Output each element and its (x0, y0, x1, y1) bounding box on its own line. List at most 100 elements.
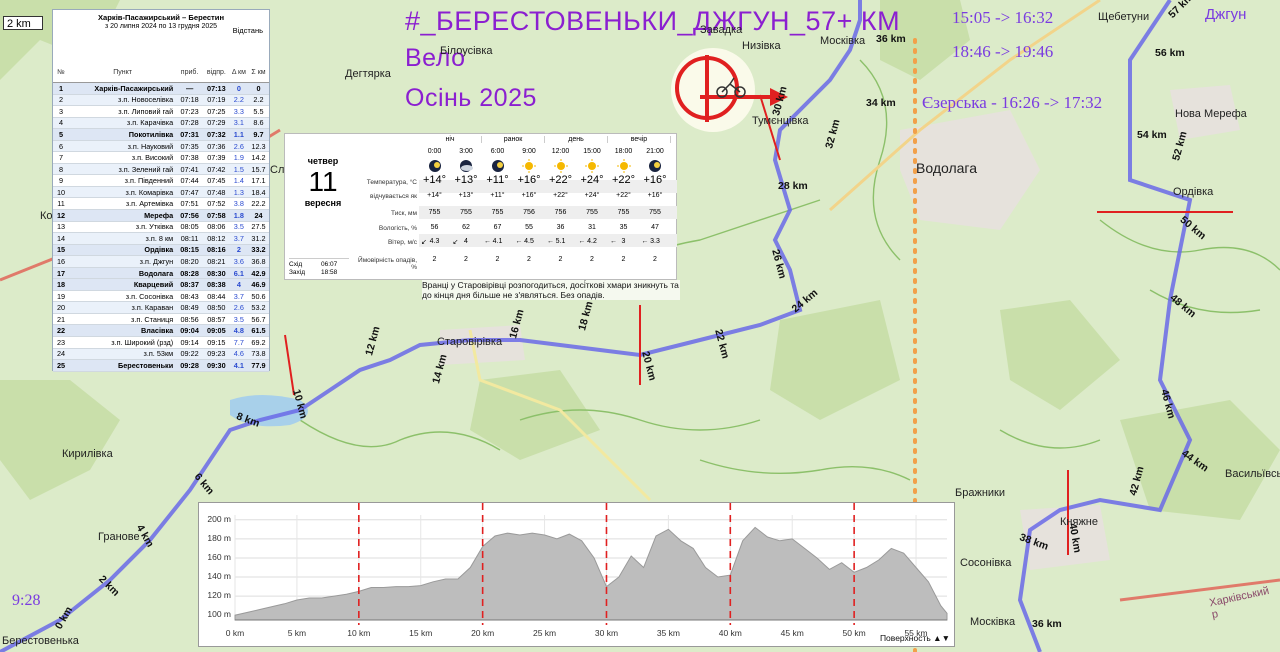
cell-delta: 2 (229, 244, 248, 257)
sunrise-label: Схід (289, 261, 303, 268)
weather-label-precip: Ймовірність опадів, % (358, 257, 417, 271)
y-tick-label: 200 m (207, 513, 231, 524)
cell-num: 13 (53, 221, 69, 234)
cell-point: Водолага (69, 267, 177, 280)
place-label: Берестовенька (2, 635, 79, 647)
cell-dep: 07:52 (202, 197, 230, 210)
weather-feels-value: +16° (521, 192, 537, 199)
cell-num: 22 (53, 324, 69, 338)
cell-point: з.п. Південний (69, 174, 177, 187)
cell-arr: 07:23 (176, 105, 203, 118)
col-arr: приб. (176, 62, 203, 83)
timetable-row: 2 з.п. Новоселівка 07:18 07:19 2.2 2.2 (53, 94, 269, 107)
x-tick-label: 15 km (409, 628, 433, 638)
x-tick-label: 20 km (471, 628, 495, 638)
timetable-row: 12 Мерефа 07:56 07:58 1.8 24 (53, 209, 269, 222)
weather-time: 0:00 (427, 148, 442, 155)
weather-precip-value: 2 (432, 256, 437, 263)
weather-day: 11 (308, 166, 338, 197)
weather-sun-icon (608, 159, 639, 173)
weather-month: вересня (304, 198, 342, 208)
cell-dep: 07:29 (202, 117, 230, 130)
km-label: 36 km (1032, 618, 1062, 630)
weather-weekday: четвер (307, 156, 339, 166)
timetable-row: 20 з.п. Караван 08:49 08:50 2.6 53.2 (53, 301, 269, 314)
weather-pressure-value: 756 (523, 209, 535, 216)
weather-moon-icon (482, 159, 513, 173)
cell-delta: 6.1 (229, 267, 248, 280)
cell-dep: 08:21 (202, 255, 230, 268)
weather-humidity-value: 35 (619, 224, 628, 231)
place-label: Нова Мерефа (1175, 108, 1247, 120)
weather-label-humidity: Вологість, % (378, 225, 417, 232)
weather-temp-value: +14° (422, 174, 447, 186)
col-dep: відпр. (202, 62, 230, 83)
cell-point: Кварцевий (69, 278, 177, 291)
cell-point: Харків-Пасажирський (69, 82, 177, 95)
wind-arrow-icon: ← (641, 238, 649, 245)
cell-point: з.п. Зелений гай (69, 163, 177, 176)
cell-dep: 07:13 (202, 82, 230, 95)
cell-dep: 09:05 (202, 324, 230, 338)
weather-feels-value: +22° (616, 192, 631, 199)
cell-dep: 07:39 (202, 151, 230, 164)
place-label: Сосонівка (960, 557, 1012, 569)
timetable-route: Харків-Пасажирський – Берестин (97, 13, 225, 22)
timetable-row: 9 з.п. Південний 07:44 07:45 1.4 17.1 (53, 174, 269, 187)
cell-arr: 09:14 (176, 336, 203, 349)
weather-pressure-value: 755 (428, 209, 441, 216)
cell-num: 10 (53, 186, 69, 199)
surface-toggle[interactable]: Поверхность ▲▼ (880, 633, 950, 643)
km-label: 28 km (778, 180, 808, 192)
triangle-icon: ▲▼ (933, 633, 950, 643)
cell-arr: 08:15 (176, 244, 203, 257)
timetable-row: 10 з.п. Комарівка 07:47 07:48 1.3 18.4 (53, 186, 269, 199)
cell-num: 18 (53, 278, 69, 291)
cell-arr: 07:38 (176, 151, 203, 164)
cell-delta: 1.3 (229, 186, 248, 199)
cell-sum: 61.5 (248, 324, 269, 338)
weather-time: 12:00 (551, 148, 570, 155)
km-label: 56 km (1155, 47, 1185, 59)
wind-arrow-icon: ↙ (452, 239, 459, 246)
cell-arr: 07:31 (176, 128, 203, 141)
cell-delta: 3.6 (229, 255, 248, 268)
timetable-row: 4 з.п. Карачівка 07:28 07:29 3.1 8.6 (53, 117, 269, 130)
weather-temp-value: +13° (454, 174, 478, 186)
cell-delta: 3.5 (229, 313, 248, 326)
elevation-profile: 200 m 180 m 160 m 140 m 120 m 100 m 0 km 5 km 10… (198, 502, 955, 647)
cell-delta: 4 (229, 278, 248, 291)
cell-num: 8 (53, 163, 69, 176)
cell-delta: 2.2 (229, 94, 248, 107)
y-tick-label: 120 m (207, 590, 231, 601)
weather-time: 15:00 (583, 148, 601, 155)
cell-num: 23 (53, 336, 69, 349)
y-tick-label: 100 m (207, 609, 231, 620)
cell-point: з.п. Науковий (69, 140, 177, 153)
weather-pressure-value: 755 (460, 209, 472, 216)
weather-pressure-value: 756 (554, 209, 567, 216)
cell-point: Берестовеньки (69, 359, 177, 372)
cell-arr: 07:28 (176, 117, 203, 130)
cell-arr: 07:35 (176, 140, 203, 153)
cell-point: Ордівка (69, 244, 177, 257)
weather-date: четвер 11 вересня (293, 156, 353, 208)
cell-dep: 07:48 (202, 186, 230, 199)
cell-dep: 07:25 (202, 105, 230, 118)
timetable-table: № Пункт приб. відпр. Δ км Σ км 1 Харків-П… (53, 62, 269, 372)
cell-point: з.п. 8 км (69, 232, 177, 245)
cell-sum: 46.9 (248, 278, 269, 291)
cell-arr: 07:47 (176, 186, 203, 199)
cell-num: 6 (53, 140, 69, 153)
place-label: Щебетуни (1098, 11, 1150, 23)
cell-delta: 3.5 (229, 221, 248, 234)
weather-precip-value: 2 (621, 256, 626, 263)
weather-time: 9:00 (522, 148, 536, 155)
timetable-row: 8 з.п. Зелений гай 07:41 07:42 1.5 15.7 (53, 163, 269, 176)
cell-delta: 1.4 (229, 174, 248, 187)
weather-humidity-value: 47 (651, 224, 659, 231)
cell-delta: 1.1 (229, 128, 248, 141)
timetable-row: 1 Харків-Пасажирський —07:13 0 0 (53, 82, 269, 95)
sunrise-time: 06:07 (321, 261, 338, 268)
col-point: Пункт (69, 62, 177, 83)
